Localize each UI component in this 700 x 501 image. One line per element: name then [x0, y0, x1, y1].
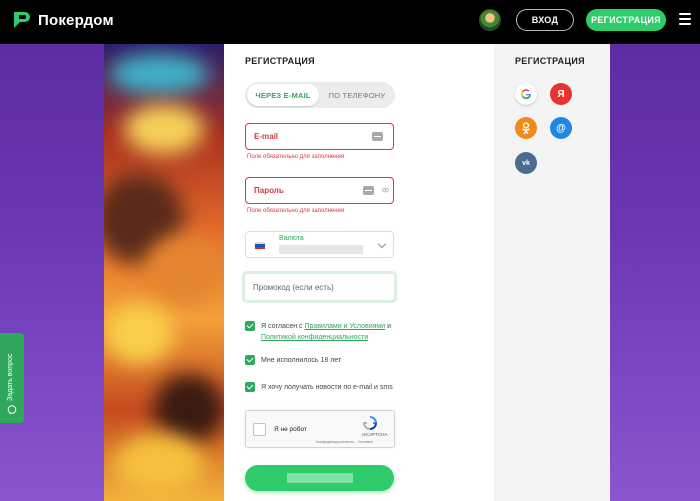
tab-email[interactable]: ЧЕРЕЗ E-MAIL	[247, 84, 319, 106]
privacy-link[interactable]: Политикой конфиденциальности	[261, 334, 368, 341]
news-text: Я хочу получать новости по e-mail и sms	[261, 384, 393, 391]
russia-flag-icon	[255, 242, 265, 249]
promo-field-wrapper	[242, 271, 397, 303]
form-title: РЕГИСТРАЦИЯ	[245, 56, 315, 66]
odnoklassniki-signup-button[interactable]	[515, 117, 537, 139]
google-icon	[521, 89, 532, 100]
promo-input[interactable]	[253, 282, 383, 292]
brand-name: Покердом	[38, 11, 114, 29]
terms-link[interactable]: Правилами и Условиями	[305, 323, 386, 330]
password-label: Пароль	[254, 186, 284, 195]
tab-phone[interactable]: ПО ТЕЛЕФОНУ	[321, 84, 393, 106]
age-text: Мне исполнилось 18 лет	[261, 357, 342, 364]
email-label: E-mail	[254, 132, 279, 141]
social-title: РЕГИСТРАЦИЯ	[515, 56, 585, 66]
promo-banner	[104, 44, 224, 501]
password-field[interactable]: Пароль	[245, 177, 394, 204]
show-password-eye-icon[interactable]	[382, 187, 389, 193]
yandex-signup-button[interactable]: Я	[550, 83, 572, 105]
vk-signup-button[interactable]: vk	[515, 152, 537, 174]
register-button[interactable]: РЕГИСТРАЦИЯ	[586, 9, 666, 31]
odnoklassniki-icon	[522, 121, 530, 134]
recaptcha-brand: reCAPTCHA	[362, 432, 388, 437]
login-button[interactable]: ВХОД	[516, 9, 574, 31]
google-signup-button[interactable]	[515, 83, 537, 105]
autofill-key-icon[interactable]	[372, 132, 383, 141]
currency-value	[279, 245, 363, 254]
currency-select[interactable]: Валюта	[245, 231, 394, 258]
age-check-row: Мне исполнилось 18 лет	[245, 355, 341, 366]
currency-label: Валюта	[279, 235, 304, 242]
password-error: Поле обязательно для заполнения	[247, 208, 345, 214]
registration-tabs: ЧЕРЕЗ E-MAIL ПО ТЕЛЕФОНУ	[245, 82, 395, 108]
avatar-icon[interactable]	[479, 9, 501, 31]
mail-at-icon: @	[556, 122, 566, 134]
submit-register-button[interactable]	[245, 465, 394, 491]
news-checkbox[interactable]	[245, 382, 255, 392]
terms-checkbox[interactable]	[245, 321, 255, 331]
news-check-row: Я хочу получать новости по e-mail и sms	[245, 382, 393, 393]
submit-label-blurred	[287, 473, 353, 483]
recaptcha-privacy-links[interactable]: Конфиденциальность - Условия	[316, 440, 373, 444]
recaptcha-widget: Я не робот reCAPTCHA Конфиденциальность …	[245, 410, 395, 448]
chevron-down-icon[interactable]	[377, 239, 387, 249]
terms-check-row: Я согласен с Правилами и Условиями и Пол…	[245, 321, 415, 343]
recaptcha-label: Я не робот	[274, 426, 307, 433]
email-error: Поле обязательно для заполнения	[247, 154, 345, 160]
terms-text: Я согласен с Правилами и Условиями и Пол…	[261, 323, 391, 341]
recaptcha-logo-icon	[362, 416, 378, 430]
registration-form: РЕГИСТРАЦИЯ ЧЕРЕЗ E-MAIL ПО ТЕЛЕФОНУ E-m…	[224, 44, 494, 501]
email-field[interactable]: E-mail	[245, 123, 394, 150]
chat-bubble-icon	[7, 405, 17, 415]
pokerdom-logo-icon	[14, 12, 30, 28]
brand-logo[interactable]: Покердом	[12, 10, 114, 30]
age-checkbox[interactable]	[245, 355, 255, 365]
recaptcha-checkbox[interactable]	[253, 423, 266, 436]
ask-question-tab[interactable]: Задать вопрос	[0, 333, 24, 423]
top-header: Покердом ВХОД РЕГИСТРАЦИЯ	[0, 0, 700, 44]
autofill-key-icon[interactable]	[363, 186, 374, 195]
menu-icon[interactable]	[679, 13, 691, 25]
yandex-icon: Я	[557, 88, 565, 100]
vk-icon: vk	[522, 159, 530, 167]
ask-question-label: Задать вопрос	[7, 353, 14, 401]
social-registration-panel: РЕГИСТРАЦИЯ Я @ vk	[494, 44, 610, 501]
mail-signup-button[interactable]: @	[550, 117, 572, 139]
